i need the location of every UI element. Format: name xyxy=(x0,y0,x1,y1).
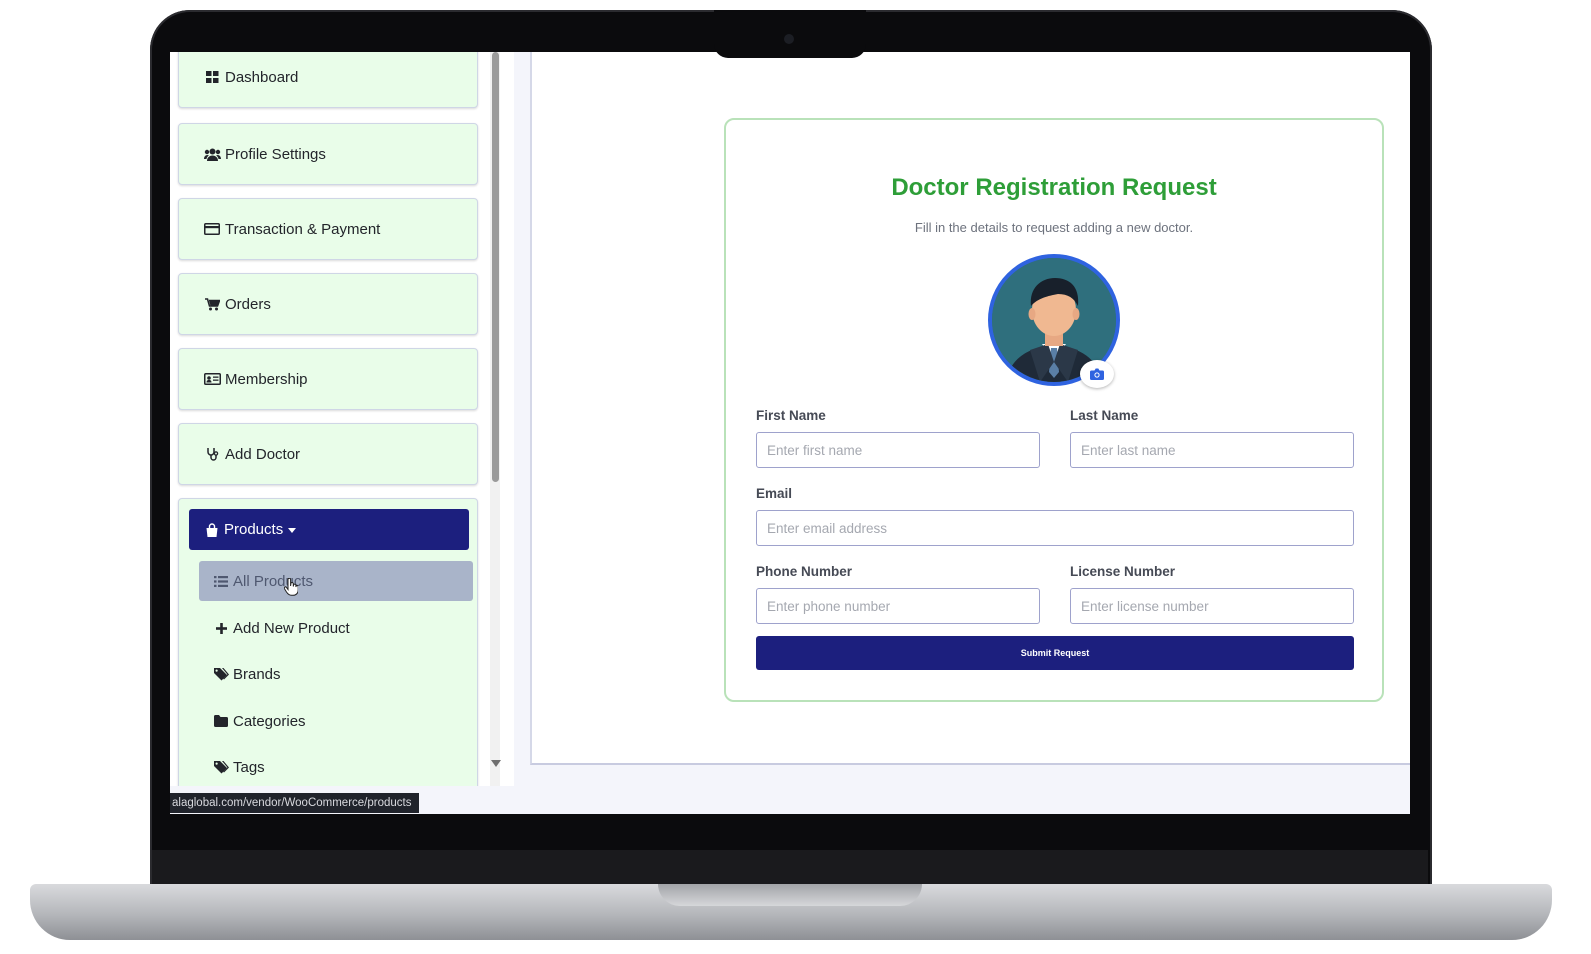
sidebar-item-add-doctor[interactable]: Add Doctor xyxy=(178,423,478,485)
last-name-label: Last Name xyxy=(1070,408,1139,423)
sidebar-item-label: Profile Settings xyxy=(225,145,326,163)
submenu-item-categories[interactable]: Categories xyxy=(199,701,473,741)
caret-down-icon xyxy=(288,528,297,533)
last-name-input[interactable] xyxy=(1070,432,1354,468)
form-subtitle: Fill in the details to request adding a … xyxy=(914,220,1194,235)
list-icon xyxy=(213,575,229,587)
submenu-item-label: Tags xyxy=(233,758,265,776)
folder-icon xyxy=(213,715,229,727)
email-input[interactable] xyxy=(756,510,1354,546)
sidebar-item-orders[interactable]: Orders xyxy=(178,273,478,335)
submenu-item-label: Categories xyxy=(233,712,306,730)
hand-pointer-icon xyxy=(283,577,299,601)
tags-icon xyxy=(213,667,229,681)
upload-photo-button[interactable] xyxy=(1080,360,1114,388)
bottom-bezel xyxy=(152,850,1428,884)
sidebar-item-transaction-payment[interactable]: Transaction & Payment xyxy=(178,198,478,260)
submenu-item-brands[interactable]: Brands xyxy=(199,654,473,694)
sidebar-item-products[interactable]: Products xyxy=(189,509,469,550)
sidebar: Dashboard Profile Settings Transaction &… xyxy=(170,52,514,786)
status-bar-url: alaglobal.com/vendor/WooCommerce/product… xyxy=(170,793,420,813)
phone-number-label: Phone Number xyxy=(756,564,853,579)
submenu-item-all-products[interactable]: All Products xyxy=(199,561,473,601)
sidebar-item-label: Add Doctor xyxy=(225,445,301,463)
sidebar-item-label: Transaction & Payment xyxy=(225,220,381,238)
webcam-icon xyxy=(784,34,794,44)
sidebar-scroll-thumb[interactable] xyxy=(492,52,499,482)
sidebar-item-label: Products xyxy=(224,521,284,538)
sidebar-item-label: Dashboard xyxy=(225,68,299,86)
plus-icon xyxy=(213,622,229,634)
email-label: Email xyxy=(756,486,793,501)
screen: Dashboard Profile Settings Transaction &… xyxy=(170,52,1410,814)
sidebar-item-dashboard[interactable]: Dashboard xyxy=(178,52,478,108)
stethoscope-icon xyxy=(203,447,221,461)
camera-icon xyxy=(1090,368,1104,380)
tags-icon xyxy=(213,760,229,774)
main-content: Doctor Registration Request Fill in the … xyxy=(530,52,1410,765)
sidebar-item-label: Membership xyxy=(225,370,308,388)
first-name-label: First Name xyxy=(756,408,826,423)
sidebar-item-membership[interactable]: Membership xyxy=(178,348,478,410)
submenu-item-tags[interactable]: Tags xyxy=(199,747,473,786)
doctor-registration-form: Doctor Registration Request Fill in the … xyxy=(724,118,1384,702)
id-card-icon xyxy=(203,373,221,385)
laptop-groove xyxy=(658,884,922,906)
sidebar-item-label: Orders xyxy=(225,295,271,313)
scroll-down-arrow-icon[interactable] xyxy=(491,760,501,767)
submenu-item-label: All Products xyxy=(233,572,314,590)
users-icon xyxy=(203,148,221,161)
submit-request-button[interactable]: Submit Request xyxy=(756,636,1354,670)
submenu-item-label: Brands xyxy=(233,665,281,683)
form-title: Doctor Registration Request xyxy=(891,174,1217,201)
first-name-input[interactable] xyxy=(756,432,1040,468)
submenu-item-add-new-product[interactable]: Add New Product xyxy=(199,608,473,648)
shopping-bag-icon xyxy=(203,522,221,537)
license-number-label: License Number xyxy=(1070,564,1176,579)
submenu-item-label: Add New Product xyxy=(233,619,350,637)
products-menu-group: Products All Products Add New Product Br… xyxy=(178,498,478,786)
license-number-input[interactable] xyxy=(1070,588,1354,624)
dashboard-icon xyxy=(203,71,221,83)
credit-card-icon xyxy=(203,223,221,235)
sidebar-item-profile-settings[interactable]: Profile Settings xyxy=(178,123,478,185)
phone-number-input[interactable] xyxy=(756,588,1040,624)
cart-icon xyxy=(203,297,221,311)
